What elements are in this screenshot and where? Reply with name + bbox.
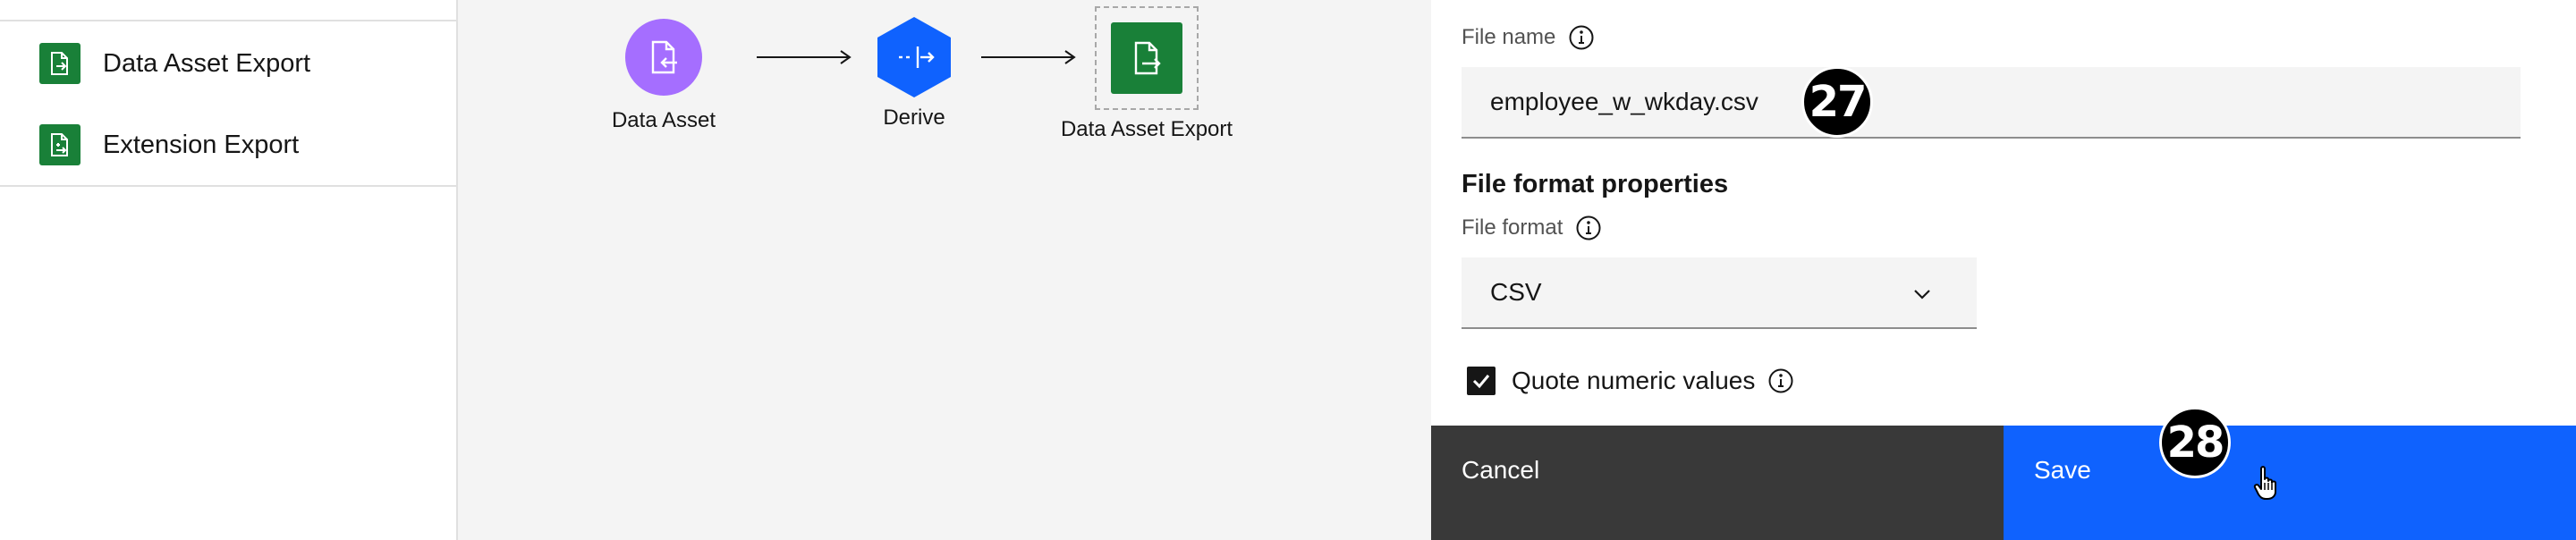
file-format-label-text: File format xyxy=(1462,215,1563,240)
cancel-button[interactable]: Cancel xyxy=(1431,426,2004,540)
selection-outline xyxy=(1095,6,1199,110)
file-format-value: CSV xyxy=(1490,278,1542,306)
node-data-asset[interactable]: Data Asset xyxy=(601,19,726,133)
derive-icon xyxy=(876,16,953,98)
info-icon[interactable] xyxy=(1568,24,1595,51)
document-export-icon xyxy=(1111,22,1182,94)
step-badge: 28 xyxy=(2159,407,2231,478)
palette-item-data-asset-export[interactable]: Data Asset Export xyxy=(0,28,456,99)
step-badge: 27 xyxy=(1801,66,1873,138)
node-label: Data Asset xyxy=(611,108,716,132)
file-name-label: File name xyxy=(1462,24,1595,51)
quote-numeric-checkbox-row: Quote numeric values xyxy=(1467,367,1794,395)
palette-item-extension-export[interactable]: Extension Export xyxy=(0,109,456,181)
checkmark-icon xyxy=(1472,375,1490,389)
quote-numeric-label[interactable]: Quote numeric values xyxy=(1512,367,1755,395)
properties-panel: File name employee_w_wkday.csv File form… xyxy=(1431,0,2576,426)
extension-export-icon xyxy=(39,124,80,165)
node-data-asset-export[interactable]: Data Asset Export xyxy=(1039,6,1254,142)
file-format-section-title: File format properties xyxy=(1462,170,1729,198)
palette-item-label: Data Asset Export xyxy=(103,48,311,78)
save-button-label: Save xyxy=(2034,456,2091,484)
node-derive[interactable]: Derive xyxy=(860,16,968,131)
chevron-down-icon xyxy=(1914,290,1930,300)
info-icon[interactable] xyxy=(1575,215,1602,241)
palette-item-label: Extension Export xyxy=(103,130,300,159)
quote-numeric-checkbox[interactable] xyxy=(1467,367,1496,395)
data-asset-import-icon xyxy=(625,19,702,96)
palette-divider xyxy=(0,185,458,187)
file-format-select[interactable]: CSV xyxy=(1462,257,1977,329)
node-palette: Data Asset Export Extension Export xyxy=(0,0,458,540)
flow-canvas[interactable]: Data Asset Derive Data Asset Export xyxy=(458,0,1431,540)
file-name-label-text: File name xyxy=(1462,25,1556,49)
info-icon[interactable] xyxy=(1767,367,1794,394)
save-button[interactable]: Save xyxy=(2004,426,2576,540)
document-export-icon xyxy=(39,43,80,84)
file-name-input[interactable]: employee_w_wkday.csv xyxy=(1462,67,2521,139)
node-label: Derive xyxy=(883,105,945,130)
hand-pointer-icon xyxy=(2253,466,2276,500)
connector-arrow[interactable] xyxy=(755,48,853,66)
palette-divider xyxy=(0,20,458,21)
file-name-value: employee_w_wkday.csv xyxy=(1490,88,1758,115)
cancel-button-label: Cancel xyxy=(1462,456,1540,484)
file-format-label: File format xyxy=(1462,215,1602,241)
node-label: Data Asset Export xyxy=(1060,117,1233,141)
